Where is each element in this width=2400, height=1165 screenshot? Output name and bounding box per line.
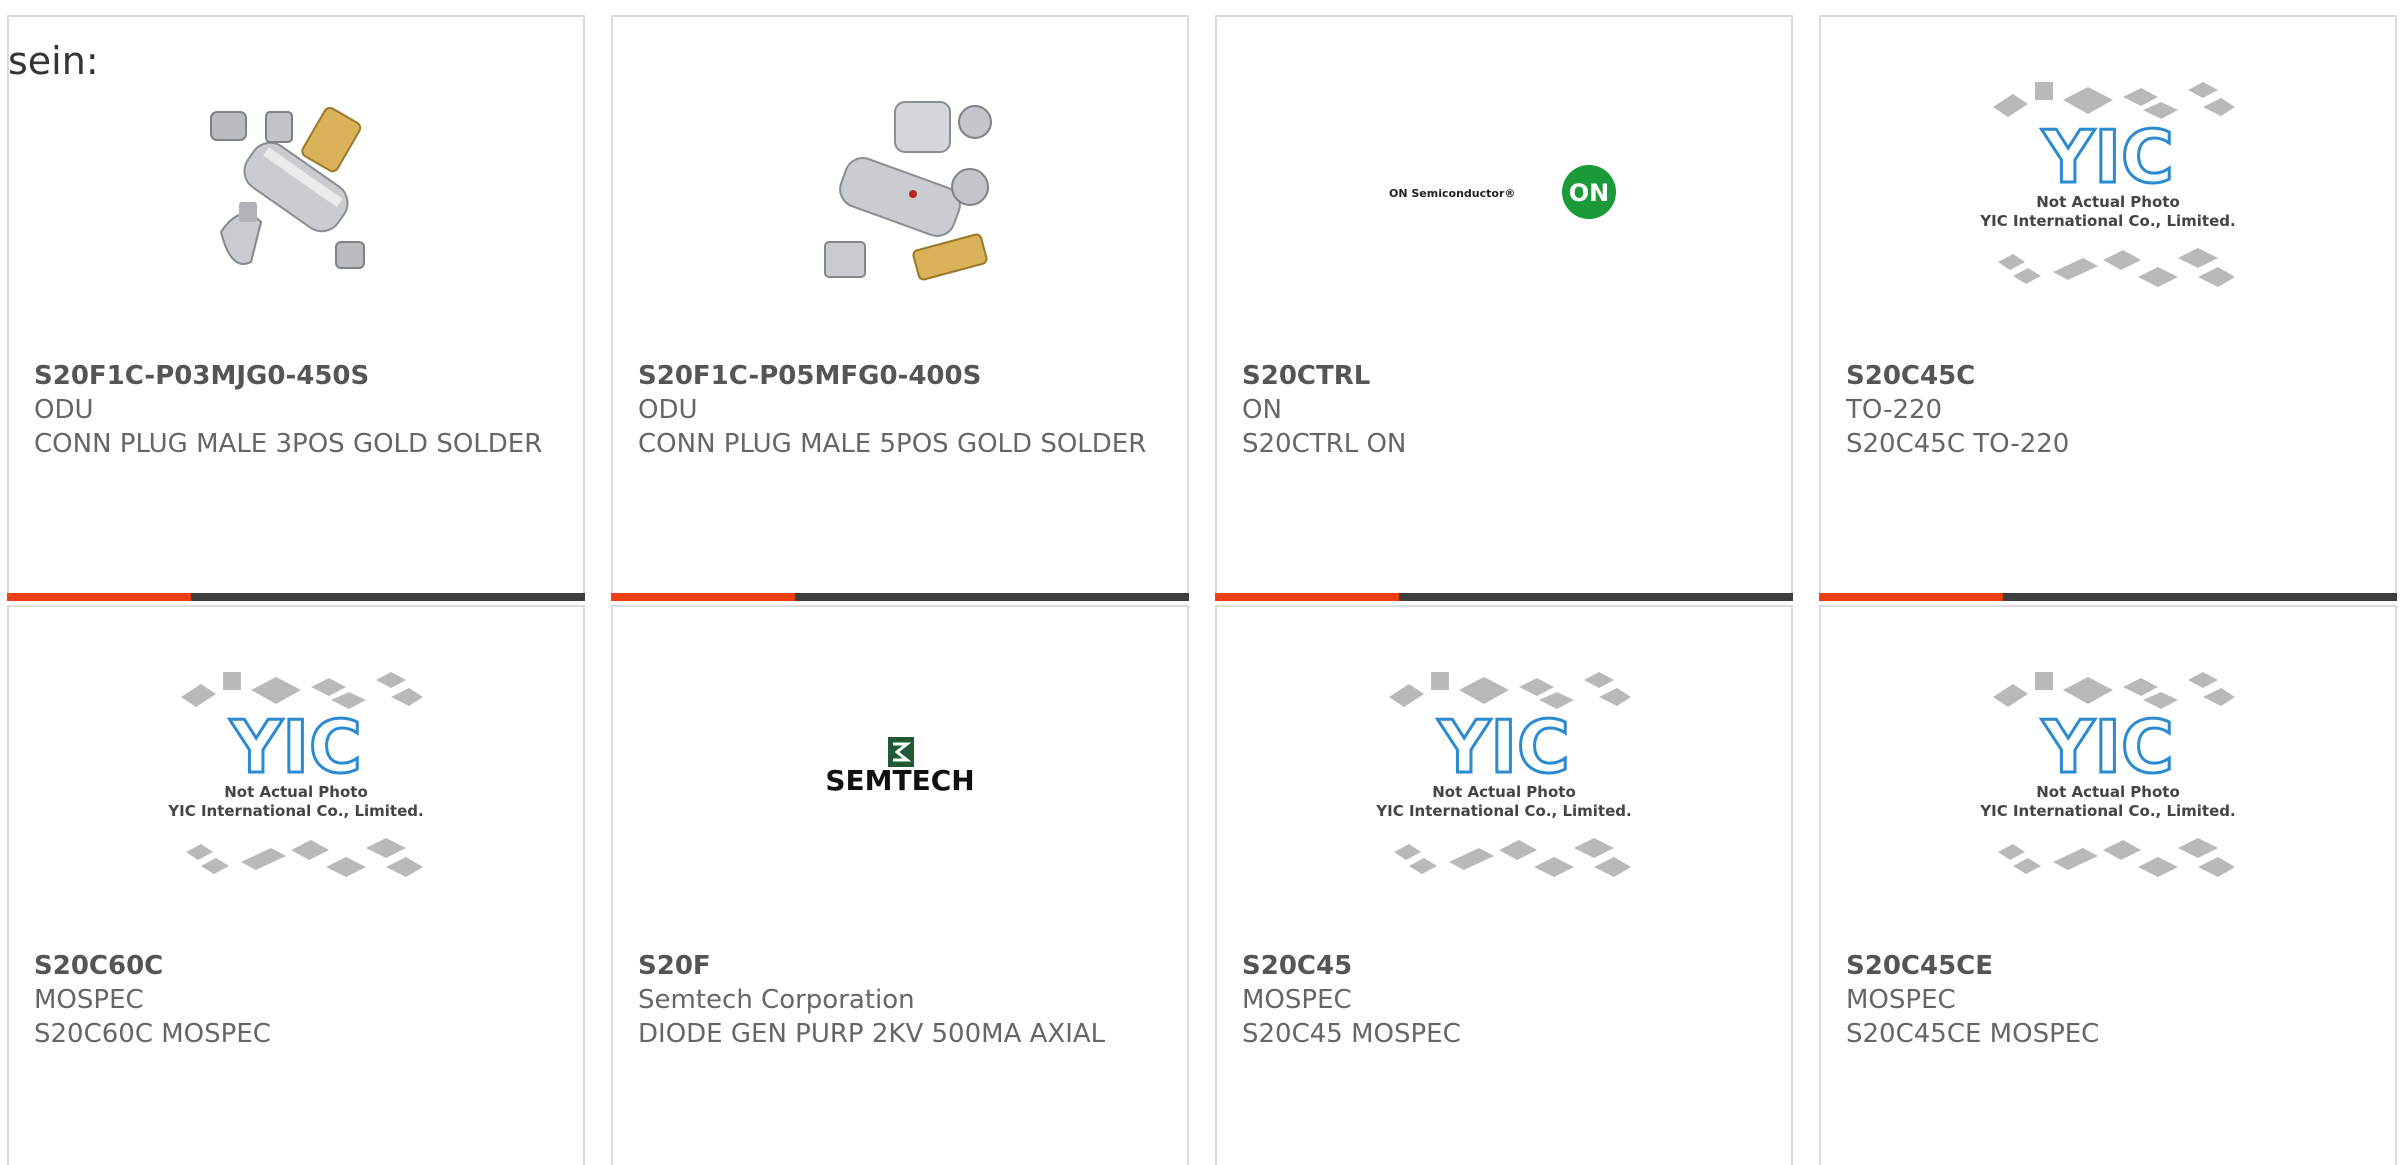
svg-text:ON Semiconductor®: ON Semiconductor® xyxy=(1389,187,1515,200)
product-card[interactable]: YIC Not Actual Photo YIC International C… xyxy=(1215,605,1793,1165)
brand-name: ODU xyxy=(638,395,698,425)
svg-text:SEMTECH: SEMTECH xyxy=(825,764,974,797)
part-number[interactable]: S20CTRL xyxy=(1242,359,1771,393)
product-image[interactable]: YIC Not Actual Photo YIC International C… xyxy=(9,667,583,897)
product-description: DIODE GEN PURP 2KV 500MA AXIAL xyxy=(638,1019,1106,1049)
svg-text:Not Actual Photo: Not Actual Photo xyxy=(2036,193,2180,211)
semtech-logo: SEMTECH xyxy=(825,737,975,797)
card-accent-bar xyxy=(1819,593,2397,601)
brand-name: ON xyxy=(1242,395,1282,425)
product-image[interactable] xyxy=(613,77,1187,307)
product-card[interactable]: S20F1C-P05MFG0-400S ODU CONN PLUG MALE 5… xyxy=(611,15,1189,601)
part-number[interactable]: S20C60C xyxy=(34,949,563,983)
brand-name: ODU xyxy=(34,395,94,425)
part-number[interactable]: S20C45CE xyxy=(1846,949,2375,983)
on-semiconductor-logo: ON Semiconductor® ON xyxy=(1389,165,1616,219)
svg-text:YIC International Co., Limited: YIC International Co., Limited. xyxy=(1979,802,2235,820)
product-image[interactable]: ON Semiconductor® ON xyxy=(1217,77,1791,307)
intro-text: sein: xyxy=(8,39,99,83)
part-number[interactable]: S20F1C-P03MJG0-450S xyxy=(34,359,563,393)
brand-name: MOSPEC xyxy=(1846,985,1956,1015)
card-accent-bar xyxy=(611,593,1189,601)
card-accent-bar xyxy=(1215,593,1793,601)
svg-text:Not Actual Photo: Not Actual Photo xyxy=(2036,783,2180,801)
part-number[interactable]: S20C45C xyxy=(1846,359,2375,393)
svg-text:YIC: YIC xyxy=(2041,115,2174,199)
product-description: S20C45 MOSPEC xyxy=(1242,1019,1461,1049)
brand-name: TO-220 xyxy=(1846,395,1943,425)
product-image[interactable]: YIC Not Actual Photo YIC International C… xyxy=(1821,77,2395,307)
product-description: CONN PLUG MALE 3POS GOLD SOLDER xyxy=(34,429,543,459)
svg-text:YIC: YIC xyxy=(2041,705,2174,789)
product-image[interactable]: YIC Not Actual Photo YIC International C… xyxy=(1821,667,2395,897)
yic-placeholder-image: YIC Not Actual Photo YIC International C… xyxy=(1979,82,2236,287)
svg-text:Not Actual Photo: Not Actual Photo xyxy=(224,783,368,801)
yic-placeholder-image: YIC Not Actual Photo YIC International C… xyxy=(167,672,424,877)
brand-name: MOSPEC xyxy=(34,985,144,1015)
yic-placeholder-image: YIC Not Actual Photo YIC International C… xyxy=(1375,672,1632,877)
product-description: CONN PLUG MALE 5POS GOLD SOLDER xyxy=(638,429,1147,459)
product-image[interactable]: SEMTECH xyxy=(613,667,1187,897)
svg-text:YIC: YIC xyxy=(1437,705,1570,789)
part-number[interactable]: S20F xyxy=(638,949,1167,983)
product-card[interactable]: YIC Not Actual Photo YIC International C… xyxy=(7,605,585,1165)
card-accent-bar xyxy=(7,593,585,601)
brand-name: Semtech Corporation xyxy=(638,985,915,1015)
product-card[interactable]: YIC Not Actual Photo YIC International C… xyxy=(1819,605,2397,1165)
svg-text:YIC: YIC xyxy=(229,705,362,789)
product-description: S20CTRL ON xyxy=(1242,429,1407,459)
product-card[interactable]: SEMTECH S20F Semtech Corporation DIODE G… xyxy=(611,605,1189,1165)
product-description: S20C45CE MOSPEC xyxy=(1846,1019,2100,1049)
connector-icon xyxy=(824,101,992,281)
yic-placeholder-image: YIC Not Actual Photo YIC International C… xyxy=(1979,672,2236,877)
brand-name: MOSPEC xyxy=(1242,985,1352,1015)
product-card[interactable]: ON Semiconductor® ON S20CTRL ON S20CTRL … xyxy=(1215,15,1793,601)
svg-text:Not Actual Photo: Not Actual Photo xyxy=(1432,783,1576,801)
product-description: S20C45C TO-220 xyxy=(1846,429,2070,459)
product-card[interactable]: YIC Not Actual Photo YIC International C… xyxy=(1819,15,2397,601)
product-description: S20C60C MOSPEC xyxy=(34,1019,271,1049)
svg-text:YIC International Co., Limited: YIC International Co., Limited. xyxy=(1375,802,1631,820)
svg-text:ON: ON xyxy=(1569,179,1610,207)
connector-icon xyxy=(210,106,365,269)
part-number[interactable]: S20F1C-P05MFG0-400S xyxy=(638,359,1167,393)
product-image[interactable] xyxy=(9,77,583,307)
product-image[interactable]: YIC Not Actual Photo YIC International C… xyxy=(1217,667,1791,897)
product-card[interactable]: S20F1C-P03MJG0-450S ODU CONN PLUG MALE 3… xyxy=(7,15,585,601)
svg-text:YIC International Co., Limited: YIC International Co., Limited. xyxy=(1979,212,2235,230)
svg-text:YIC International Co., Limited: YIC International Co., Limited. xyxy=(167,802,423,820)
part-number[interactable]: S20C45 xyxy=(1242,949,1771,983)
